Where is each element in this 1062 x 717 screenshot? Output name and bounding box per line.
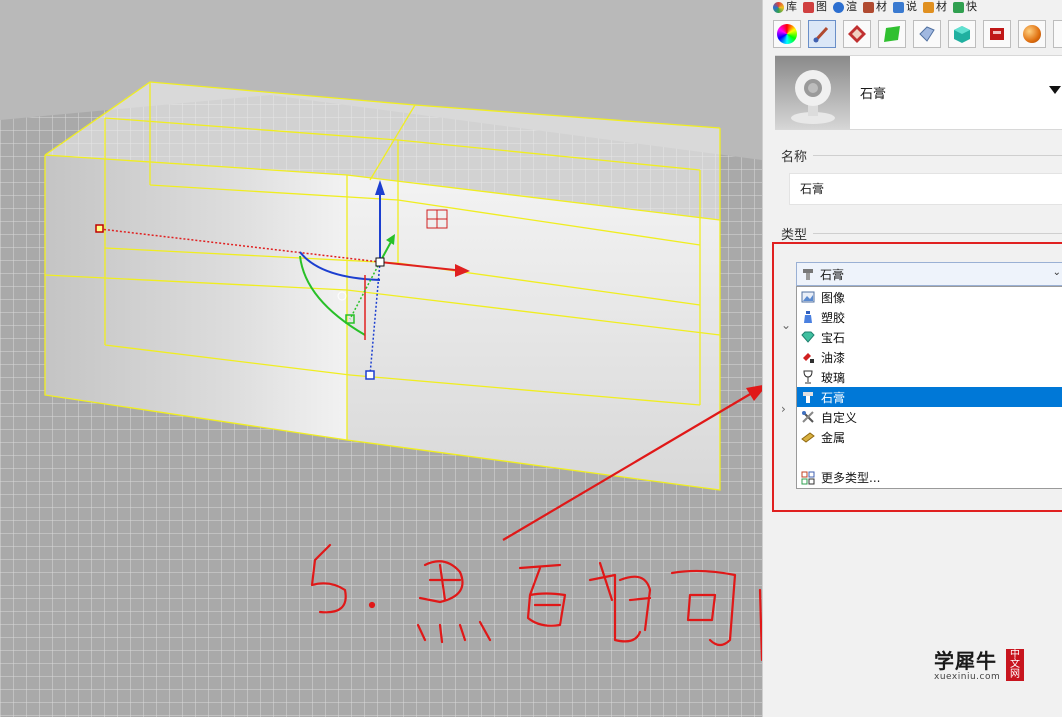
sphere-button[interactable] — [1018, 20, 1046, 48]
sphere-icon — [1023, 25, 1041, 43]
tab-label: 快 — [966, 0, 977, 13]
texture-icon — [848, 25, 866, 43]
name-section-text: 名称 — [781, 150, 808, 165]
properties-panel: 库 图 渲 材 说 材 快 石膏 名称 石膏 类型 ⌄ › 石膏 ⌄ 图像 塑胶… — [762, 0, 1062, 717]
name-section-label: 名称 — [781, 146, 1062, 165]
paint-brush-button[interactable] — [808, 20, 836, 48]
red-box-button[interactable] — [983, 20, 1011, 48]
render-icon — [833, 1, 844, 13]
material-thumbnail — [775, 56, 850, 129]
type-section-label: 类型 — [781, 224, 1062, 243]
texture-button[interactable] — [843, 20, 871, 48]
glass-icon — [919, 26, 935, 42]
cube-button[interactable] — [948, 20, 976, 48]
3d-viewport[interactable] — [0, 0, 762, 717]
material-name-field[interactable]: 石膏 — [789, 173, 1062, 205]
cylinder-icon — [1057, 24, 1062, 44]
tab-label: 材 — [876, 0, 887, 13]
green-material-icon — [884, 26, 900, 42]
tab-label: 库 — [786, 0, 797, 13]
tab-label: 图 — [816, 0, 827, 13]
preview-sphere-icon — [791, 70, 835, 124]
tab-material[interactable]: 材 — [863, 0, 887, 14]
tab-render[interactable]: 渲 — [833, 0, 857, 14]
material-name-label: 石膏 — [860, 87, 887, 102]
tab-layers[interactable]: 图 — [803, 0, 827, 14]
preview-menu-caret-icon[interactable] — [1049, 86, 1061, 94]
tab-label: 渲 — [846, 0, 857, 13]
material-toolbar — [773, 20, 1062, 50]
cube-icon — [954, 26, 970, 43]
paint-brush-icon — [813, 26, 829, 43]
library-icon — [773, 1, 784, 13]
tab-label: 材 — [936, 0, 947, 13]
red-box-icon — [990, 28, 1004, 40]
watermark-logo: 学犀牛 xuexiniu.com 中文网 — [934, 645, 1024, 685]
panel-tab-bar: 库 图 渲 材 说 材 快 — [763, 0, 1062, 14]
snapshot-icon — [953, 1, 964, 13]
layers-icon — [803, 1, 814, 13]
color-wheel-icon — [777, 24, 797, 44]
tab-snapshot[interactable]: 快 — [953, 0, 977, 14]
viewport-scene — [0, 81, 762, 717]
material-icon — [863, 1, 874, 13]
watermark-seal: 中文网 — [1006, 649, 1024, 681]
help-icon — [893, 1, 904, 13]
tab-library[interactable]: 库 — [773, 0, 797, 14]
tab-material-box[interactable]: 材 — [923, 0, 947, 14]
cylinder-button[interactable] — [1053, 20, 1062, 48]
tab-help[interactable]: 说 — [893, 0, 917, 14]
color-wheel-button[interactable] — [773, 20, 801, 48]
green-material-button[interactable] — [878, 20, 906, 48]
material-preview[interactable]: 石膏 — [775, 55, 1062, 130]
glass-button[interactable] — [913, 20, 941, 48]
material-box-icon — [923, 1, 934, 13]
type-section-text: 类型 — [781, 228, 808, 243]
annotation-highlight-box — [772, 242, 1062, 512]
tab-label: 说 — [906, 0, 917, 13]
